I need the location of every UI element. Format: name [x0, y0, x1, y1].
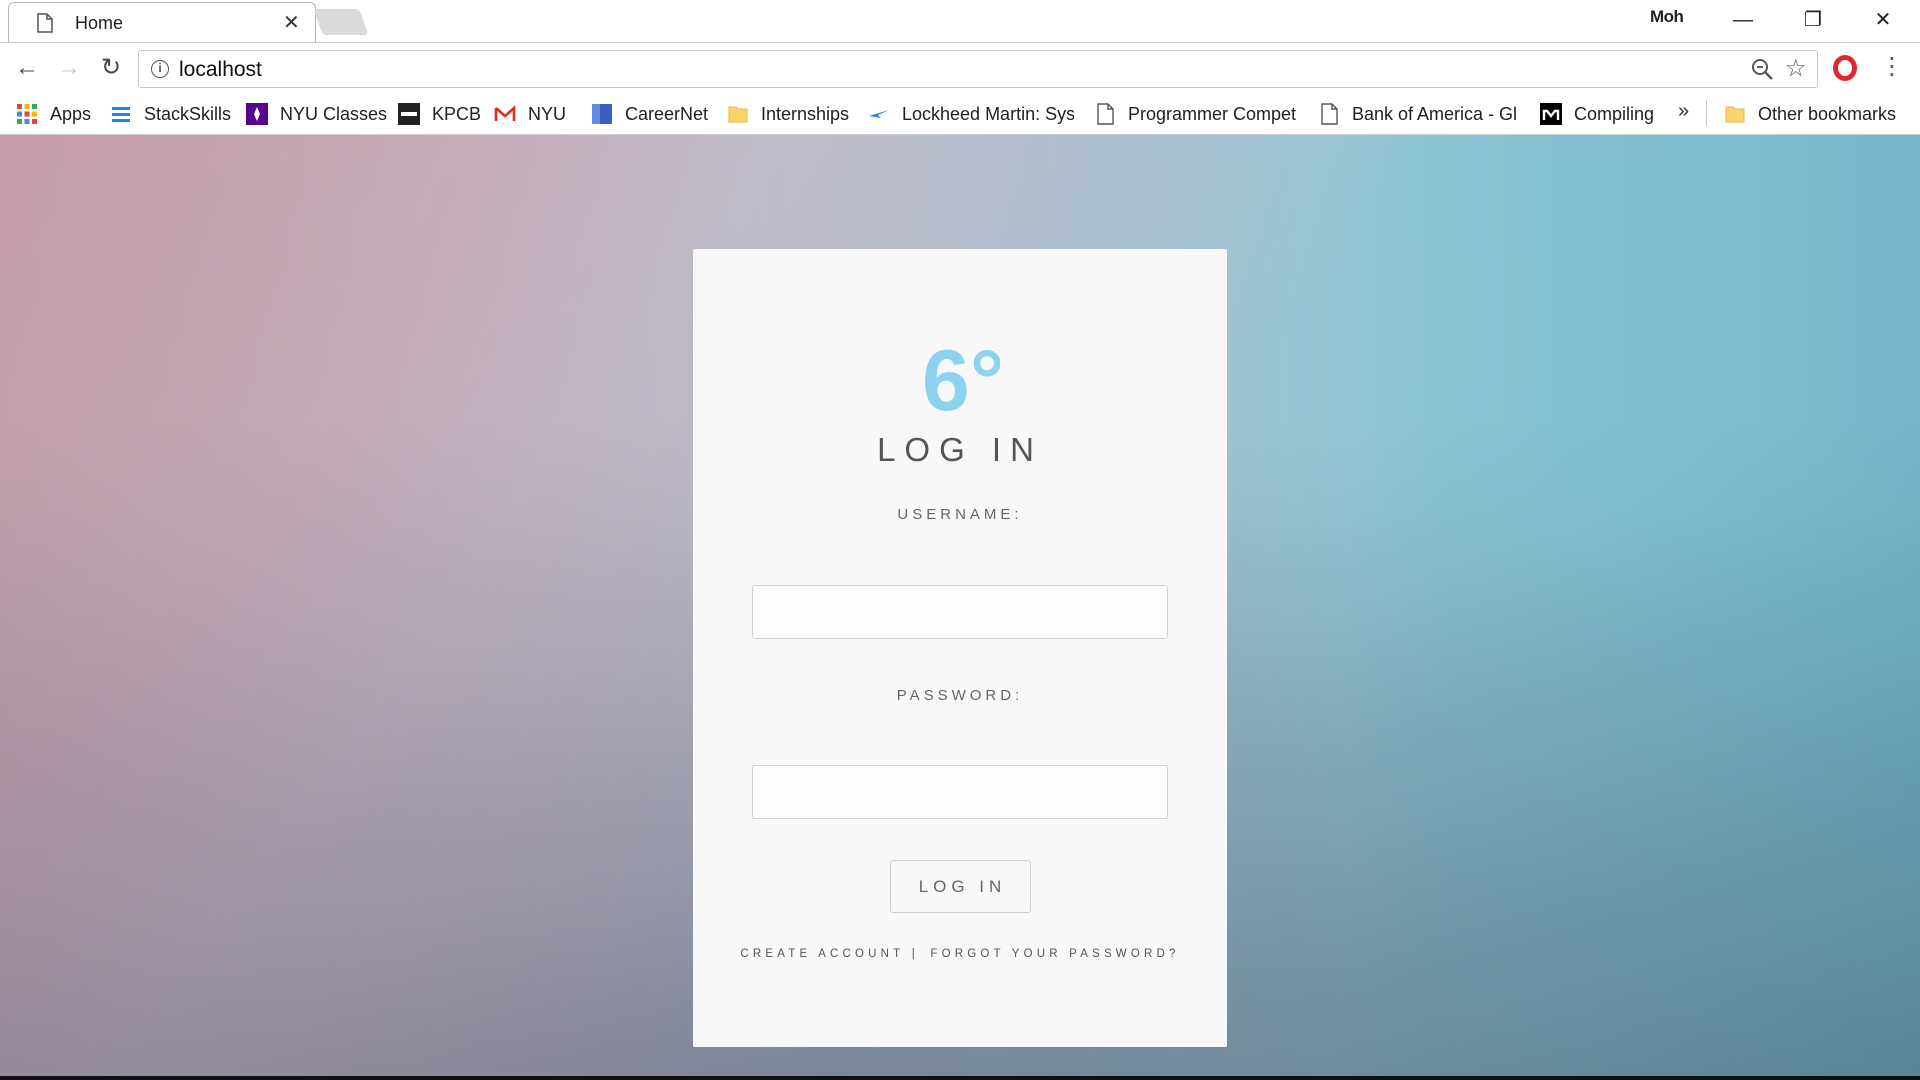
new-tab-button[interactable]	[313, 9, 369, 35]
bookmark-label: Compiling	[1574, 103, 1655, 124]
address-bar[interactable]: i localhost ☆	[138, 50, 1818, 88]
bookmark-kpcb[interactable]: KPCB	[398, 101, 481, 127]
account-links: CREATE ACCOUNT | FORGOT YOUR PASSWORD?	[693, 948, 1227, 960]
more-bookmarks-chevron-icon[interactable]: »	[1678, 100, 1689, 123]
page-icon	[1097, 103, 1114, 125]
page-icon	[1321, 103, 1338, 125]
tab-title: Home	[75, 13, 124, 33]
bookmark-bank-of-america[interactable]: Bank of America - Gl	[1318, 101, 1524, 127]
apps-grid-icon	[17, 104, 37, 124]
zoom-icon[interactable]	[1749, 56, 1775, 82]
stackskills-icon	[112, 107, 130, 122]
opera-extension-icon[interactable]	[1833, 55, 1857, 81]
bookmark-other[interactable]: Other bookmarks	[1724, 101, 1896, 127]
taskbar-edge	[0, 1076, 1920, 1080]
password-label: PASSWORD:	[896, 687, 1024, 704]
bookmark-label: StackSkills	[144, 103, 232, 124]
bookmark-label: Programmer Compet	[1128, 103, 1296, 124]
bookmark-apps[interactable]: Apps	[16, 101, 91, 127]
bookmark-compiling[interactable]: Compiling	[1540, 101, 1654, 127]
window-close-icon[interactable]: ✕	[1860, 6, 1906, 36]
password-input[interactable]	[752, 765, 1168, 819]
bookmark-nyu-mail[interactable]: NYU	[494, 101, 566, 127]
lockheed-icon	[869, 110, 889, 118]
forward-arrow-icon[interactable]: →	[54, 53, 84, 83]
bookmark-careernet[interactable]: CareerNet	[591, 101, 708, 127]
restore-icon[interactable]: ❐	[1790, 6, 1836, 36]
nyu-icon	[246, 103, 268, 125]
bookmark-label: Internships	[761, 103, 850, 124]
login-title: LOG IN	[877, 431, 1043, 468]
reload-icon[interactable]: ↻	[96, 53, 126, 83]
bookmarks-divider	[1706, 100, 1707, 126]
login-card: 6° LOG IN USERNAME: PASSWORD: LOG IN CRE…	[693, 249, 1227, 1047]
tab-strip: Home ✕ Moh — ❐ ✕	[0, 0, 1920, 42]
links-separator: |	[911, 948, 919, 960]
bookmark-label: Apps	[50, 103, 92, 124]
kpcb-icon	[398, 103, 420, 125]
folder-icon	[1725, 106, 1745, 123]
six-degrees-logo: 6°	[922, 334, 1000, 414]
username-input[interactable]	[752, 585, 1168, 639]
medium-icon	[1540, 103, 1562, 125]
gmail-icon	[494, 105, 516, 121]
bookmark-label: NYU Classes	[280, 103, 388, 124]
username-label: USERNAME:	[897, 506, 1023, 523]
create-account-link[interactable]: CREATE ACCOUNT	[740, 948, 904, 960]
logo-text: 6°	[922, 334, 1000, 414]
bookmark-label: KPCB	[432, 103, 482, 124]
bookmarks-bar: Apps StackSkills NYU Classes KPCB NYU Ca…	[0, 92, 1920, 135]
folder-icon	[728, 106, 748, 123]
bookmark-star-icon[interactable]: ☆	[1785, 54, 1807, 83]
bookmark-label: Bank of America - Gl	[1352, 103, 1518, 124]
forgot-password-link[interactable]: FORGOT YOUR PASSWORD?	[930, 948, 1179, 960]
bookmark-programmer[interactable]: Programmer Compet	[1094, 101, 1296, 127]
bookmark-lockheed[interactable]: Lockheed Martin: Sys	[868, 101, 1074, 127]
bookmark-label: NYU	[528, 103, 567, 124]
bookmark-label: CareerNet	[625, 103, 709, 124]
bookmark-label: Lockheed Martin: Sys	[902, 103, 1074, 124]
profile-name[interactable]: Moh	[1650, 7, 1684, 27]
careernet-icon	[592, 104, 612, 124]
browser-toolbar: ← → ↻ i localhost ☆ ⋮	[0, 42, 1920, 92]
tab-home[interactable]: Home ✕	[8, 2, 316, 42]
bookmark-label: Other bookmarks	[1758, 103, 1897, 124]
back-arrow-icon[interactable]: ←	[12, 53, 42, 83]
url-text[interactable]: localhost	[179, 58, 262, 82]
minimize-icon[interactable]: —	[1720, 6, 1766, 36]
bookmark-stackskills[interactable]: StackSkills	[110, 101, 231, 127]
info-icon[interactable]: i	[151, 60, 169, 78]
tab-close-icon[interactable]: ✕	[283, 11, 300, 35]
login-button[interactable]: LOG IN	[890, 860, 1031, 913]
page-icon	[37, 13, 53, 33]
menu-icon[interactable]: ⋮	[1880, 54, 1904, 80]
bookmark-internships[interactable]: Internships	[727, 101, 849, 127]
bookmark-nyu-classes[interactable]: NYU Classes	[246, 101, 387, 127]
